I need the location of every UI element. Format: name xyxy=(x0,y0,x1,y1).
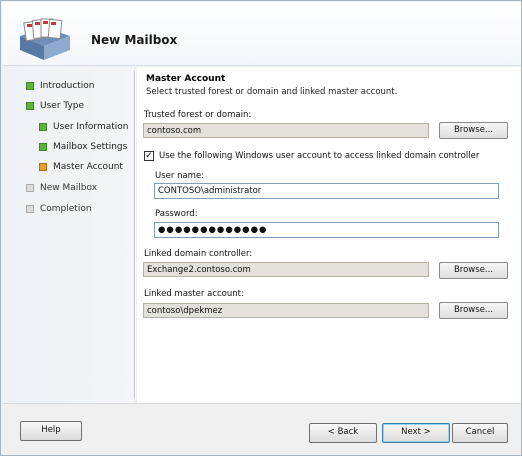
use-credentials-checkbox[interactable]: ✓ xyxy=(144,151,154,161)
trusted-domain-browse-button[interactable]: Browse... xyxy=(439,122,508,139)
nav-item-master-account[interactable]: Master Account xyxy=(39,162,123,172)
section-title: Master Account xyxy=(146,74,226,84)
step-complete-icon xyxy=(39,123,47,131)
wizard-header: New Mailbox xyxy=(2,2,521,66)
nav-item-mailbox-settings[interactable]: Mailbox Settings xyxy=(39,142,127,152)
nav-item-label: Completion xyxy=(40,204,92,214)
mailbox-wizard-icon xyxy=(20,18,70,60)
nav-item-label: Master Account xyxy=(53,162,123,172)
nav-item-label: User Type xyxy=(40,101,85,111)
step-pending-icon xyxy=(26,205,34,213)
nav-item-new-mailbox[interactable]: New Mailbox xyxy=(26,183,97,193)
password-input[interactable]: ●●●●●●●●●●●●● xyxy=(154,222,499,238)
linked-master-browse-button[interactable]: Browse... xyxy=(439,302,508,319)
nav-item-label: Mailbox Settings xyxy=(53,142,128,152)
username-input[interactable]: CONTOSO\administrator xyxy=(154,183,499,199)
next-button[interactable]: Next > xyxy=(382,423,450,443)
linked-dc-label: Linked domain controller: xyxy=(144,249,253,259)
wizard-footer: Help < Back Next > Cancel xyxy=(2,403,521,455)
nav-item-label: Introduction xyxy=(40,81,95,91)
password-label: Password: xyxy=(155,209,198,219)
trusted-domain-field: contoso.com xyxy=(143,123,429,138)
new-mailbox-wizard-window: New Mailbox Introduction User Type User … xyxy=(0,0,522,456)
nav-item-user-information[interactable]: User Information xyxy=(39,122,128,132)
linked-dc-browse-button[interactable]: Browse... xyxy=(439,262,508,279)
wizard-title: New Mailbox xyxy=(91,33,178,47)
use-credentials-label[interactable]: Use the following Windows user account t… xyxy=(159,151,479,161)
nav-item-user-type[interactable]: User Type xyxy=(26,101,84,111)
step-current-icon xyxy=(39,163,47,171)
back-button[interactable]: < Back xyxy=(309,423,377,443)
nav-item-label: New Mailbox xyxy=(40,183,98,193)
nav-divider xyxy=(134,71,136,399)
cancel-button[interactable]: Cancel xyxy=(452,423,508,443)
step-complete-icon xyxy=(26,82,34,90)
step-complete-icon xyxy=(39,143,47,151)
nav-item-label: User Information xyxy=(53,122,129,132)
username-label: User name: xyxy=(155,171,205,181)
linked-master-label: Linked master account: xyxy=(144,289,244,299)
step-complete-icon xyxy=(26,102,34,110)
nav-item-introduction[interactable]: Introduction xyxy=(26,81,95,91)
step-pending-icon xyxy=(26,184,34,192)
help-button[interactable]: Help xyxy=(20,421,82,441)
wizard-content-pane: Master Account Select trusted forest or … xyxy=(137,67,521,403)
linked-dc-field: Exchange2.contoso.com xyxy=(143,262,429,277)
trusted-domain-label: Trusted forest or domain: xyxy=(144,110,252,120)
linked-master-field: contoso\dpekmez xyxy=(143,303,429,318)
section-description: Select trusted forest or domain and link… xyxy=(146,87,398,97)
wizard-steps-nav: Introduction User Type User Information … xyxy=(2,67,134,403)
nav-item-completion[interactable]: Completion xyxy=(26,204,92,214)
